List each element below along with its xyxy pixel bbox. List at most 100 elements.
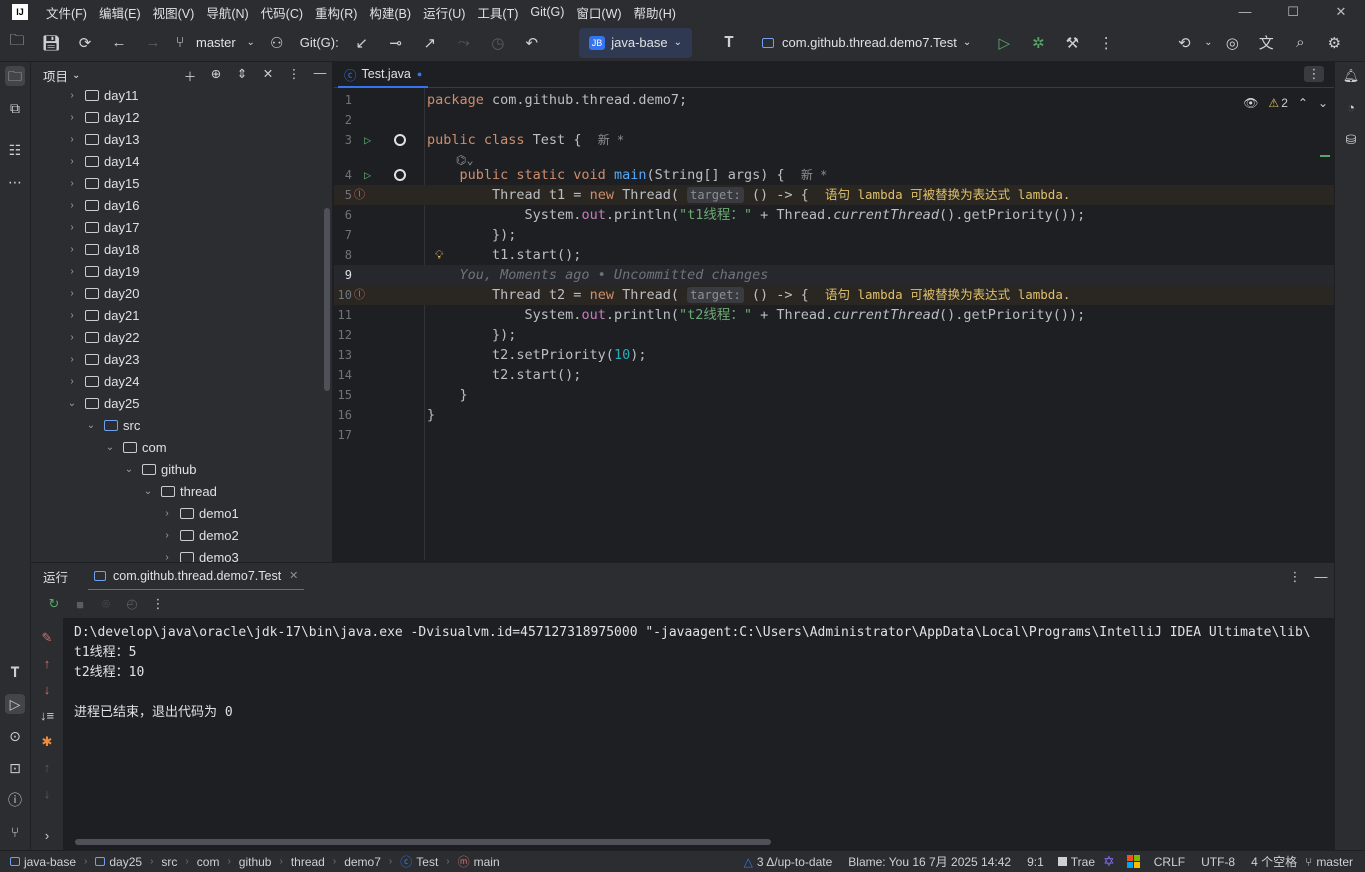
back-icon[interactable]: ←	[102, 34, 136, 51]
menu-git[interactable]: Git(G)	[524, 5, 570, 19]
translate-icon[interactable]: 文	[1249, 32, 1283, 53]
code-line[interactable]: 15 }	[334, 385, 1334, 405]
chevron-right-icon[interactable]: ›	[65, 332, 79, 343]
line-number[interactable]: 1	[334, 90, 352, 110]
breadcrumb-item[interactable]: day25	[109, 855, 142, 869]
build-t-icon[interactable]: 𝐓	[5, 662, 25, 682]
hide-icon[interactable]: —	[307, 66, 332, 85]
search-icon[interactable]: ⌕	[1283, 34, 1317, 51]
code-line[interactable]: 11 System.out.println("t2线程：" + Thread.c…	[334, 305, 1334, 325]
code-line[interactable]: 6 System.out.println("t1线程：" + Thread.cu…	[334, 205, 1334, 225]
menu-tools[interactable]: 工具(T)	[471, 3, 524, 22]
git-status[interactable]: 3 Δ/up-to-date	[757, 855, 832, 869]
problems-icon[interactable]: ⓘ	[5, 790, 25, 810]
profiler-icon[interactable]: ◴	[119, 596, 145, 612]
stop-icon[interactable]: ■	[67, 597, 93, 612]
menu-navigate[interactable]: 导航(N)	[200, 3, 254, 22]
tree-item-day11[interactable]: › day11	[65, 84, 138, 106]
chevron-up-icon[interactable]: ⌃	[1298, 96, 1308, 110]
chevron-right-icon[interactable]: ›	[65, 266, 79, 277]
run-gutter-icon[interactable]: ▷	[364, 165, 371, 185]
tree-item-day24[interactable]: › day24	[65, 370, 139, 392]
tree-item-demo2[interactable]: › demo2	[160, 524, 238, 546]
locate-icon[interactable]: ⊕	[203, 66, 229, 85]
menu-file[interactable]: 文件(F)	[40, 3, 93, 22]
line-number[interactable]: 12	[334, 325, 352, 345]
menu-code[interactable]: 代码(C)	[255, 3, 309, 22]
code-line[interactable]: 10 Thread t2 = new Thread( target: () ->…	[334, 285, 1334, 305]
run-gutter-icon[interactable]: ▷	[364, 130, 371, 150]
build-icon[interactable]: ⚒	[1055, 34, 1089, 52]
trae-widget[interactable]: Trae	[1071, 855, 1095, 869]
chevron-right-icon[interactable]: ›	[65, 178, 79, 189]
tree-item-day16[interactable]: › day16	[65, 194, 139, 216]
code-line[interactable]: 9 You, Moments ago • Uncommitted changes	[334, 265, 1334, 285]
down-arrow-icon[interactable]: ↓	[39, 682, 55, 697]
sync-icon[interactable]: ⟳	[68, 34, 102, 52]
chevron-right-icon[interactable]: ›	[65, 112, 79, 123]
tree-item-day15[interactable]: › day15	[65, 172, 139, 194]
code-line[interactable]: 1 package com.github.thread.demo7;	[334, 90, 1334, 110]
scroll-down-icon[interactable]: ↓	[39, 786, 55, 801]
intention-bulb-icon[interactable]: 💡︎	[435, 245, 443, 265]
chevron-down-icon[interactable]: ⌄	[72, 70, 80, 81]
tree-item-day14[interactable]: › day14	[65, 150, 139, 172]
notifications-icon[interactable]: 🔔︎	[1341, 68, 1361, 88]
cursor-position[interactable]: 9:1	[1027, 855, 1044, 869]
line-number[interactable]: 16	[334, 405, 352, 425]
chevron-right-icon[interactable]: ›	[65, 222, 79, 233]
code-editor[interactable]: 1 package com.github.thread.demo7; 2 3 publi…	[334, 88, 1334, 560]
chevron-right-icon[interactable]: ›	[65, 310, 79, 321]
status-branch[interactable]: master	[1316, 855, 1353, 869]
tab-test-java[interactable]: ⓒ Test.java ●	[338, 62, 429, 88]
tree-item-day23[interactable]: › day23	[65, 348, 139, 370]
terminal-icon[interactable]: ⊡	[5, 758, 25, 778]
more-icon[interactable]: ⋮	[1089, 34, 1123, 52]
user-icon[interactable]: ⚇	[260, 34, 294, 52]
chevron-right-icon[interactable]: ›	[65, 288, 79, 299]
more-tools-icon[interactable]: ⋯	[5, 172, 25, 192]
chevron-right-icon[interactable]: ›	[160, 530, 174, 541]
branch-selector[interactable]: master	[190, 35, 242, 50]
breadcrumb-item[interactable]: github	[239, 855, 272, 869]
git-push-icon[interactable]: ↗	[413, 34, 447, 52]
structure-icon[interactable]: ☷	[5, 140, 25, 160]
file-encoding[interactable]: UTF-8	[1201, 855, 1235, 869]
breadcrumb-item[interactable]: main	[474, 855, 500, 869]
line-number[interactable]: 15	[334, 385, 352, 405]
tree-item-thread[interactable]: ⌄ thread	[141, 480, 217, 502]
chevron-down-icon[interactable]: ⌄	[1318, 96, 1328, 110]
tab-options-icon[interactable]: ⋮	[1304, 66, 1324, 82]
menu-window[interactable]: 窗口(W)	[570, 3, 627, 22]
tree-item-day17[interactable]: › day17	[65, 216, 139, 238]
breadcrumb-item[interactable]: thread	[291, 855, 325, 869]
stop-gutter-icon[interactable]	[394, 169, 406, 181]
line-number[interactable]: 2	[334, 110, 352, 130]
eye-icon[interactable]: 👁︎	[1243, 96, 1258, 110]
minimize-icon[interactable]: —	[1221, 4, 1269, 20]
chevron-right-icon[interactable]: ›	[65, 354, 79, 365]
clear-icon[interactable]: ✎	[39, 630, 55, 646]
line-separator[interactable]: CRLF	[1154, 855, 1185, 869]
menu-build[interactable]: 构建(B)	[363, 3, 417, 22]
run-tab[interactable]: com.github.thread.demo7.Test ✕	[88, 563, 305, 591]
breadcrumb-item[interactable]: demo7	[344, 855, 381, 869]
code-line[interactable]: 16}	[334, 405, 1334, 425]
git-commit-icon[interactable]: ⊸	[379, 34, 413, 52]
services-icon[interactable]: ⊙	[5, 726, 25, 746]
menu-view[interactable]: 视图(V)	[147, 3, 201, 22]
up-arrow-icon[interactable]: ↑	[39, 656, 55, 671]
tree-item-day12[interactable]: › day12	[65, 106, 139, 128]
git-pull-icon[interactable]: ⤳	[447, 34, 481, 51]
plugin-star-icon[interactable]: ✡	[1103, 853, 1115, 870]
chevron-right-icon[interactable]: ›	[160, 508, 174, 519]
chevron-down-icon[interactable]: ⌄	[122, 464, 136, 475]
line-number[interactable]: 17	[334, 425, 352, 445]
breadcrumb-item[interactable]: src	[161, 855, 177, 869]
open-folder-icon[interactable]: 🗀	[0, 30, 34, 55]
code-line[interactable]: 2	[334, 110, 1334, 130]
run-config-selector[interactable]: com.github.thread.demo7.Test ⌄	[762, 35, 971, 50]
chevron-right-icon[interactable]: ›	[160, 552, 174, 563]
line-number[interactable]: 6	[334, 205, 352, 225]
rerun-icon[interactable]: ↻	[41, 596, 67, 612]
